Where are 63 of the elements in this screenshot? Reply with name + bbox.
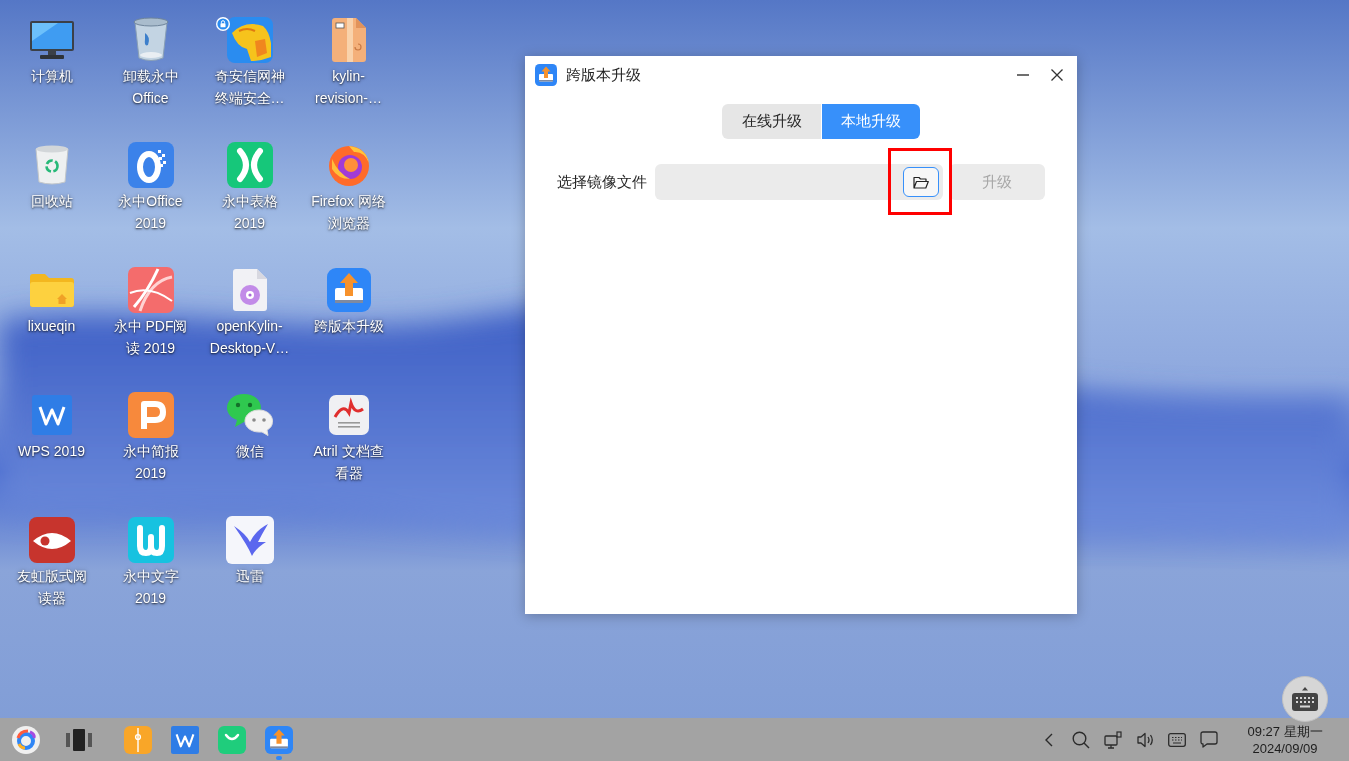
desktop-icon-label[interactable]: 永中 PDF阅读 2019 <box>109 315 192 359</box>
desktop-icon-label[interactable]: 回收站 <box>10 190 93 212</box>
start-button[interactable] <box>12 725 40 754</box>
desktop-icon-label[interactable]: 永中Office 2019 <box>109 190 192 234</box>
folder-open-icon <box>913 175 929 189</box>
file-label: 选择镜像文件 <box>557 171 648 192</box>
upload-tray-icon <box>535 64 557 86</box>
tiger-app-icon[interactable] <box>226 17 273 63</box>
trash-can-icon[interactable] <box>132 17 169 63</box>
desktop-icon-label[interactable]: lixueqin <box>10 315 93 337</box>
zigzag-logo-app-icon[interactable] <box>31 395 72 435</box>
desktop-icon-label[interactable]: 卸载永中Office <box>109 65 192 109</box>
desktop-icon-label[interactable]: 微信 <box>208 440 291 462</box>
desktop-icon-label[interactable]: 永中简报 2019 <box>109 440 192 484</box>
swoosh-document-icon[interactable] <box>328 395 369 435</box>
minimize-icon <box>1017 74 1029 76</box>
desktop-icon-label[interactable]: 永中表格 2019 <box>208 190 291 234</box>
w-logo-app-icon[interactable] <box>127 517 174 563</box>
desktop-icon-label[interactable]: 奇安信网神终端安全… <box>208 65 291 109</box>
keyboard-icon <box>1292 687 1318 711</box>
cross-logo-app-icon[interactable] <box>226 142 273 188</box>
keyboard-icon <box>1168 732 1186 747</box>
tab[interactable]: 本地升级 <box>822 104 920 139</box>
desktop-icon-label[interactable]: 迅雷 <box>208 565 291 587</box>
message-icon <box>1200 731 1218 748</box>
desktop-icon-label[interactable]: WPS 2019 <box>10 440 93 462</box>
upload-tray-icon[interactable] <box>326 268 371 312</box>
file-path-field[interactable] <box>655 164 943 200</box>
zigzag-logo-app-icon <box>171 725 199 754</box>
tab[interactable]: 在线升级 <box>722 104 821 139</box>
desktop-icon-label[interactable]: 计算机 <box>10 65 93 87</box>
start-logo-icon <box>12 725 40 754</box>
bird-logo-app-icon[interactable] <box>225 516 274 564</box>
close-icon <box>1051 69 1063 81</box>
browse-button[interactable] <box>903 167 939 197</box>
upload-tray-icon <box>265 725 293 754</box>
lock-badge-icon <box>215 17 230 31</box>
zipper-app-icon <box>124 725 152 754</box>
desktop-icon-label[interactable]: 跨版本升级 <box>307 315 390 337</box>
p-logo-app-icon[interactable] <box>127 392 174 438</box>
clock-date[interactable]: 2024/09/09 <box>1240 739 1330 757</box>
desktop-icon-label[interactable]: 永中文字 2019 <box>109 565 192 609</box>
network-monitor-icon <box>1104 730 1122 749</box>
computer-monitor-icon[interactable] <box>29 21 74 59</box>
clock-time[interactable]: 09:27 星期一 <box>1240 722 1330 740</box>
search-icon <box>1072 730 1090 749</box>
shopping-bag-app-icon <box>218 725 246 754</box>
eye-logo-app-icon[interactable] <box>28 517 75 563</box>
desktop-icon-label[interactable]: openKylin-Desktop-V… <box>208 315 291 359</box>
ring-logo-app-icon[interactable] <box>127 142 174 188</box>
desktop-icon-label[interactable]: Firefox 网络浏览器 <box>307 190 390 234</box>
desktop-icon-label[interactable]: kylin-revision-… <box>307 65 390 109</box>
chevron-left-icon <box>1045 732 1053 747</box>
volume-icon <box>1136 730 1154 749</box>
multitask-view-icon <box>66 728 92 751</box>
document-curves-app-icon[interactable] <box>127 267 174 313</box>
chat-bubbles-icon[interactable] <box>226 394 273 436</box>
desktop-icon-label[interactable]: Atril 文档查看器 <box>307 440 390 484</box>
fox-globe-icon[interactable] <box>327 143 370 187</box>
disc-file-icon[interactable] <box>232 269 267 311</box>
window-title: 跨版本升级 <box>566 64 641 85</box>
package-box-icon[interactable] <box>331 18 366 62</box>
desktop-icon-label[interactable]: 友虹版式阅读器 <box>10 565 93 609</box>
